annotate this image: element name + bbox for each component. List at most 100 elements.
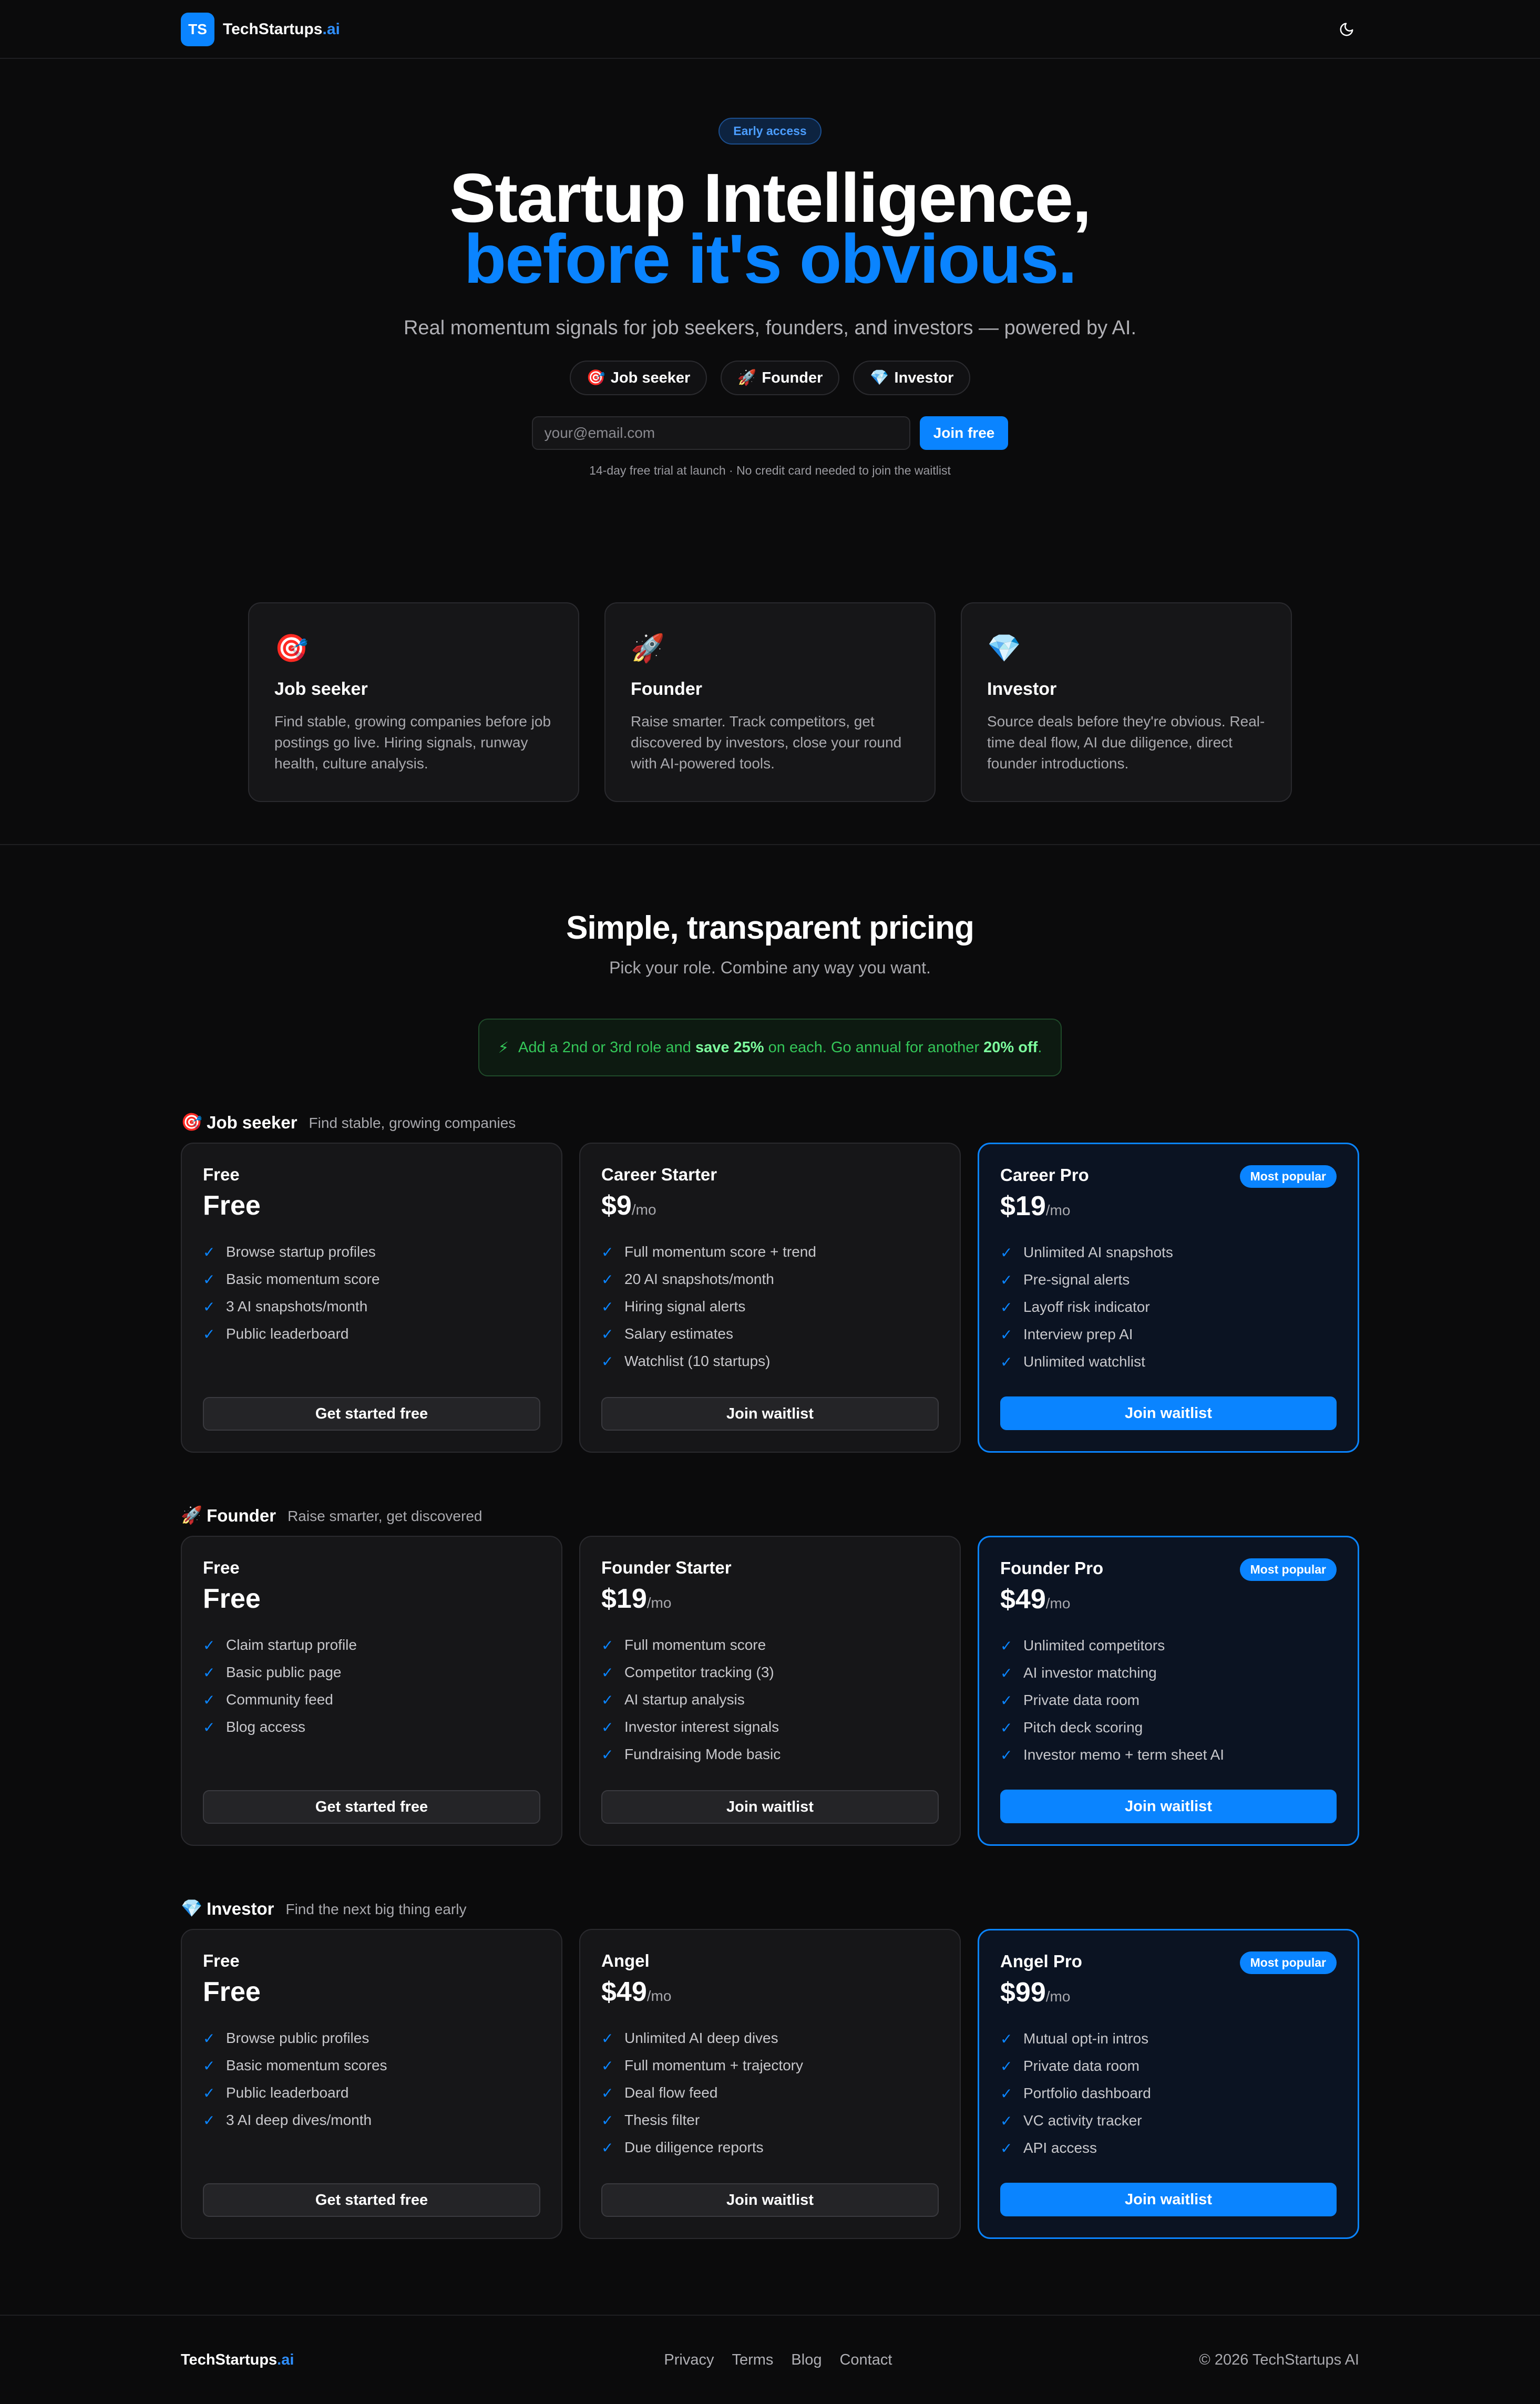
tier-cta-button[interactable]: Get started free [203,1790,540,1824]
target-icon: 🎯 [181,1112,203,1132]
check-icon: ✓ [1000,1719,1013,1736]
check-icon: ✓ [601,1664,614,1681]
role-card-desc: Source deals before they're obvious. Rea… [987,713,1265,772]
pricing-title: Simple, transparent pricing [566,910,974,946]
feature-item: ✓ Hiring signal alerts [601,1298,746,1315]
role-card-investor: 💎 Investor Source deals before they're o… [961,602,1292,802]
feature-item: ✓ Mutual opt-in intros [1000,2030,1149,2047]
role-card-job-seeker: 🎯 Job seeker Find stable, growing compan… [248,602,579,802]
feature-item: ✓ Unlimited AI deep dives [601,2030,778,2047]
tier-cta-button[interactable]: Join waitlist [1000,2183,1337,2216]
plan-group-job-seeker: 🎯 Job seeker Find stable, growing compani… [181,1112,1359,1453]
most-popular-badge: Most popular [1239,1558,1337,1581]
feature-item: ✓ Investor interest signals [601,1719,779,1735]
role-selector: 🎯 Job seeker 🚀 Founder 💎 Investor [0,361,1540,395]
check-icon: ✓ [601,1271,614,1288]
tier-cta-button[interactable]: Join waitlist [601,1397,939,1431]
tier-name: Career Starter [601,1165,717,1184]
feature-item: ✓ Basic momentum scores [203,2057,387,2074]
most-popular-badge: Most popular [1239,1951,1337,1974]
feature-item: ✓ Unlimited watchlist [1000,1353,1145,1370]
signup-form: Join free [0,416,1540,450]
tier-price: $49/mo [601,1977,672,2007]
check-icon: ✓ [1000,2030,1013,2047]
feature-item: ✓ Private data room [1000,1692,1139,1709]
plan-group-investor: 💎 Investor Find the next big thing early … [181,1898,1359,2239]
feature-item: ✓ Full momentum + trajectory [601,2057,803,2074]
role-pill-job-seeker[interactable]: 🎯 Job seeker [569,361,707,395]
feature-item: ✓ Pre-signal alerts [1000,1271,1130,1288]
signup-fineprint: 14-day free trial at launch · No credit … [589,464,951,477]
pricing-tier-card: Founder Starter $19/mo ✓ Full momentum sc… [579,1536,961,1846]
feature-item: ✓ API access [1000,2140,1097,2156]
footer-link-terms[interactable]: Terms [732,2351,773,2369]
plan-group-name: Investor [207,1898,274,1918]
feature-item: ✓ Unlimited competitors [1000,1637,1165,1654]
check-icon: ✓ [1000,1326,1013,1343]
footer-brand[interactable]: TechStartups.ai [181,2351,294,2369]
feature-list: ✓ Unlimited competitors ✓ AI investor match… [1000,1632,1337,1769]
tier-cta-button[interactable]: Join waitlist [601,2183,939,2217]
tier-price: $9/mo [601,1190,656,1221]
feature-item: ✓ Layoff risk indicator [1000,1299,1150,1316]
check-icon: ✓ [1000,2058,1013,2074]
check-icon: ✓ [203,1271,215,1288]
plan-group-title: 🎯 Job seeker Find stable, growing compani… [181,1112,1359,1133]
check-icon: ✓ [601,1691,614,1708]
feature-item: ✓ Browse public profiles [203,2030,369,2047]
check-icon: ✓ [203,2112,215,2129]
feature-list: ✓ Browse public profiles ✓ Basic momentum s… [203,2025,540,2134]
role-pill-founder[interactable]: 🚀 Founder [721,361,840,395]
feature-item: ✓ Basic public page [203,1664,342,1681]
feature-item: ✓ Salary estimates [601,1326,733,1342]
feature-list: ✓ Mutual opt-in intros ✓ Private data room ✓… [1000,2025,1337,2162]
email-input[interactable] [531,416,910,450]
tier-cta-button[interactable]: Get started free [203,2183,540,2217]
check-icon: ✓ [203,1719,215,1735]
feature-list: ✓ Unlimited AI snapshots ✓ Pre-signal alert… [1000,1239,1337,1375]
tier-cta-button[interactable]: Join waitlist [601,1790,939,1824]
plan-group-title: 🚀 Founder Raise smarter, get discovered [181,1505,1359,1526]
tier-name: Free [203,1558,240,1577]
pricing-tier-card: Free Free ✓ Browse startup profiles ✓ Basic… [181,1143,562,1453]
tier-name: Free [203,1165,240,1184]
feature-item: ✓ Due diligence reports [601,2139,764,2156]
join-free-button[interactable]: Join free [919,416,1009,450]
feature-item: ✓ Community feed [203,1691,333,1708]
check-icon: ✓ [203,2084,215,2101]
role-card-title: Job seeker [274,679,368,699]
brand-name: TechStartups.ai [223,20,340,38]
check-icon: ✓ [203,1637,215,1653]
footer-link-privacy[interactable]: Privacy [664,2351,714,2369]
tier-cta-button[interactable]: Get started free [203,1397,540,1431]
pricing-tier-card: Angel Pro $99/mo ✓ Mutual opt-in intros ✓ P… [978,1929,1359,2239]
feature-item: ✓ Claim startup profile [203,1637,357,1653]
check-icon: ✓ [601,1244,614,1260]
tier-cta-button[interactable]: Join waitlist [1000,1790,1337,1823]
feature-item: ✓ AI investor matching [1000,1665,1157,1681]
check-icon: ✓ [1000,2140,1013,2156]
check-icon: ✓ [1000,1692,1013,1709]
pricing-header: Simple, transparent pricing Pick your ro… [0,909,1540,978]
feature-item: ✓ Watchlist (10 startups) [601,1353,771,1370]
feature-item: ✓ Competitor tracking (3) [601,1664,774,1681]
footer-link-blog[interactable]: Blog [791,2351,822,2369]
tier-cta-button[interactable]: Join waitlist [1000,1396,1337,1430]
role-pill-investor[interactable]: 💎 Investor [853,361,971,395]
lightning-icon: ⚡ [498,1039,509,1056]
tier-price: Free [203,1977,261,2007]
feature-item: ✓ Browse startup profiles [203,1244,376,1260]
promo-banner: ⚡ Add a 2nd or 3rd role and save 25% on … [478,1019,1062,1076]
feature-item: ✓ Basic momentum score [203,1271,380,1288]
footer-link-contact[interactable]: Contact [839,2351,892,2369]
plan-group-desc: Raise smarter, get discovered [288,1508,482,1524]
role-card-title: Investor [987,679,1057,699]
feature-item: ✓ 3 AI deep dives/month [203,2112,372,2129]
brand[interactable]: TS TechStartups.ai [181,13,340,46]
tier-row: Free Free ✓ Browse startup profiles ✓ Basic… [181,1143,1359,1453]
tier-price: $19/mo [1000,1191,1071,1221]
theme-toggle-button[interactable] [1334,17,1359,42]
check-icon: ✓ [203,1298,215,1315]
check-icon: ✓ [1000,1299,1013,1316]
check-icon: ✓ [1000,1637,1013,1654]
